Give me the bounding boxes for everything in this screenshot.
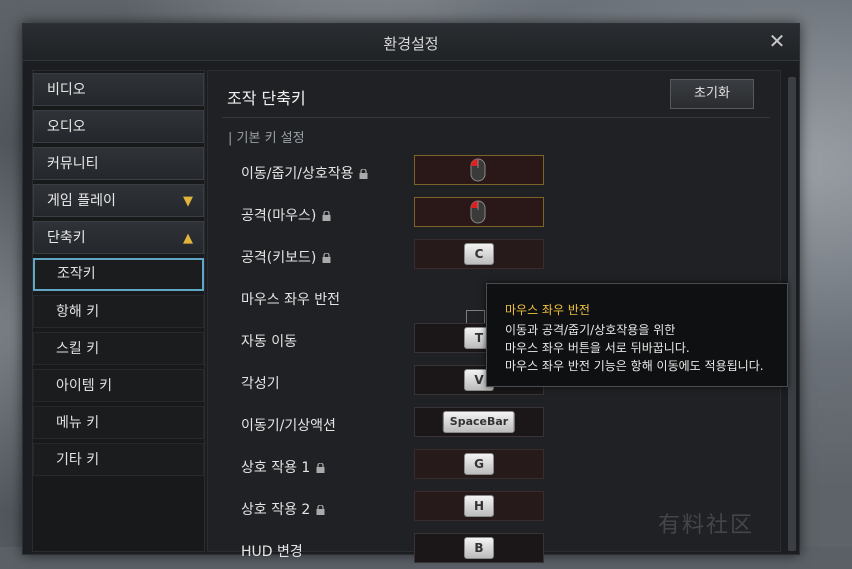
keybind-slot[interactable]: SpaceBar (414, 407, 544, 437)
keybind-label: HUD 변경 (241, 544, 303, 560)
keycap: SpaceBar (442, 411, 516, 433)
chevron-up-icon: ▲ (183, 231, 193, 246)
keybind-slot[interactable]: H (414, 491, 544, 521)
lock-icon (359, 169, 368, 179)
keybind-row: 공격(키보드) C (208, 239, 780, 275)
subitem-item-keys[interactable]: 아이템 키 (33, 369, 204, 402)
tooltip: 마우스 좌우 반전 이동과 공격/줍기/상호작용을 위한 마우스 좌우 버튼을 … (486, 283, 788, 387)
section-label: | 기본 키 설정 (228, 131, 305, 146)
keybind-slot[interactable]: C (414, 239, 544, 269)
tooltip-line: 마우스 좌우 반전 기능은 항해 이동에도 적용됩니다. (505, 359, 764, 373)
window-title: 환경설정 (383, 35, 439, 53)
watermark: 有料社区 (658, 513, 755, 538)
tooltip-line: 이동과 공격/줍기/상호작용을 위한 (505, 323, 676, 337)
sidebar: 비디오 오디오 커뮤니티 게임 플레이 ▼ 단축키 ▲ 조작키 항해 키 스킬 키 … (32, 70, 205, 552)
tooltip-line: 마우스 좌우 버튼을 서로 뒤바꿉니다. (505, 341, 690, 355)
lock-icon (316, 463, 325, 473)
lock-icon (322, 253, 331, 263)
keycap: C (464, 243, 494, 265)
keybind-slot[interactable] (414, 197, 544, 227)
keybind-label: 공격(마우스) (241, 205, 331, 225)
sidebar-item-gameplay[interactable]: 게임 플레이 ▼ (33, 184, 204, 217)
keybind-row: 이동/줍기/상호작용 (208, 155, 780, 191)
chevron-down-icon: ▼ (183, 194, 193, 209)
reset-button[interactable]: 초기화 (670, 79, 754, 109)
subitem-sailing-keys[interactable]: 항해 키 (33, 295, 204, 328)
keybind-label: 이동기/기상액션 (241, 418, 336, 434)
keycap: H (464, 495, 494, 517)
title-bar: 환경설정 ✕ (23, 24, 799, 61)
keybind-row: 공격(마우스) (208, 197, 780, 233)
sidebar-item-label: 커뮤니티 (47, 156, 99, 172)
mouse-left-icon (470, 158, 486, 182)
sidebar-item-label: 오디오 (47, 119, 86, 135)
keycap: G (464, 453, 494, 475)
sidebar-item-video[interactable]: 비디오 (33, 73, 204, 106)
keybind-row: 이동기/기상액션 SpaceBar (208, 407, 780, 443)
sidebar-item-audio[interactable]: 오디오 (33, 110, 204, 143)
subitem-other-keys[interactable]: 기타 키 (33, 443, 204, 476)
keybind-row: 상호 작용 1 G (208, 449, 780, 485)
tooltip-title: 마우스 좌우 반전 (505, 303, 590, 317)
keybind-slot[interactable] (414, 155, 544, 185)
lock-icon (316, 505, 325, 515)
keybind-label: 이동/줍기/상호작용 (241, 163, 368, 183)
subitem-skill-keys[interactable]: 스킬 키 (33, 332, 204, 365)
sidebar-item-shortcuts[interactable]: 단축키 ▲ (33, 221, 204, 254)
subitem-controls[interactable]: 조작키 (33, 258, 204, 291)
keybind-label: 각성기 (241, 376, 280, 392)
keybind-label: 자동 이동 (241, 334, 297, 350)
subitem-menu-keys[interactable]: 메뉴 키 (33, 406, 204, 439)
scrollbar[interactable] (788, 77, 796, 551)
close-icon[interactable]: ✕ (765, 29, 789, 53)
sidebar-item-label: 게임 플레이 (47, 193, 116, 209)
mouse-left-icon (470, 200, 486, 224)
keybind-slot[interactable]: G (414, 449, 544, 479)
keybind-label: 상호 작용 2 (241, 499, 325, 519)
sidebar-item-community[interactable]: 커뮤니티 (33, 147, 204, 180)
page-title: 조작 단축키 (227, 89, 306, 108)
lock-icon (322, 211, 331, 221)
sidebar-item-label: 단축키 (47, 230, 86, 246)
keybind-label: 마우스 좌우 반전 (241, 292, 341, 308)
keybind-label: 상호 작용 1 (241, 457, 325, 477)
keybind-label: 공격(키보드) (241, 247, 331, 267)
divider (222, 117, 770, 118)
keycap: B (464, 537, 494, 559)
keybind-slot[interactable]: B (414, 533, 544, 563)
sidebar-item-label: 비디오 (47, 82, 86, 98)
